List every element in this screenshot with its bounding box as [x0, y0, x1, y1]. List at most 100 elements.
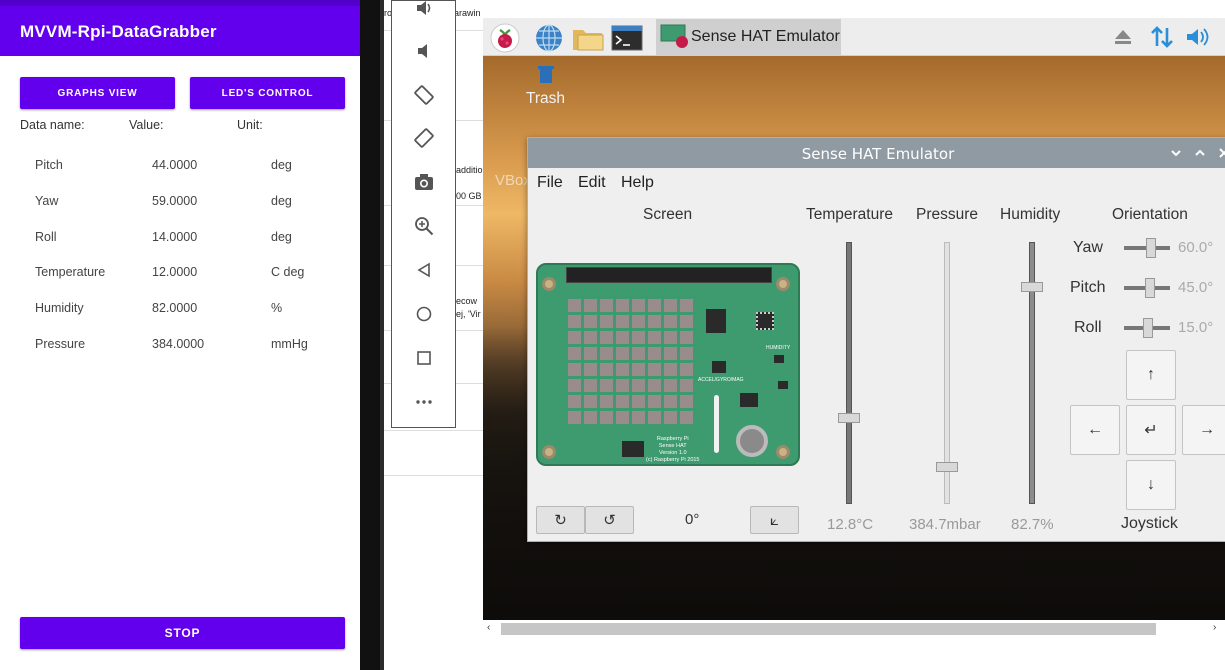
humidity-slider-thumb[interactable]: [1021, 281, 1043, 292]
pressure-slider-thumb[interactable]: [936, 462, 958, 473]
led-pixel[interactable]: [616, 411, 629, 424]
rotate-right-icon[interactable]: [392, 123, 455, 153]
joystick-knob[interactable]: [736, 425, 768, 457]
yaw-slider-thumb[interactable]: [1145, 238, 1156, 258]
led-pixel[interactable]: [600, 411, 613, 424]
led-pixel[interactable]: [584, 411, 597, 424]
led-pixel[interactable]: [664, 331, 677, 344]
led-pixel[interactable]: [664, 315, 677, 328]
led-pixel[interactable]: [584, 299, 597, 312]
led-pixel[interactable]: [664, 299, 677, 312]
horizontal-scrollbar[interactable]: ‹ ›: [483, 620, 1225, 670]
volume-down-icon[interactable]: [392, 36, 455, 66]
overview-icon[interactable]: [392, 343, 455, 373]
camera-icon[interactable]: [392, 167, 455, 197]
led-pixel[interactable]: [616, 331, 629, 344]
eject-icon[interactable]: [1113, 28, 1133, 51]
led-pixel[interactable]: [616, 379, 629, 392]
joystick-up-button[interactable]: ↑: [1126, 350, 1176, 400]
led-pixel[interactable]: [600, 331, 613, 344]
volume-up-icon[interactable]: [392, 0, 455, 23]
more-icon[interactable]: [392, 387, 455, 417]
led-pixel[interactable]: [600, 315, 613, 328]
led-pixel[interactable]: [584, 331, 597, 344]
temperature-slider-thumb[interactable]: [838, 412, 860, 423]
led-pixel[interactable]: [664, 395, 677, 408]
led-pixel[interactable]: [648, 379, 661, 392]
led-pixel[interactable]: [568, 363, 581, 376]
browser-globe-icon[interactable]: [534, 23, 564, 53]
home-icon[interactable]: [392, 299, 455, 329]
led-pixel[interactable]: [664, 411, 677, 424]
led-pixel[interactable]: [680, 379, 693, 392]
led-pixel[interactable]: [632, 379, 645, 392]
close-icon[interactable]: [1218, 146, 1225, 164]
pitch-slider-thumb[interactable]: [1144, 278, 1155, 298]
led-pixel[interactable]: [600, 363, 613, 376]
led-pixel[interactable]: [664, 363, 677, 376]
led-pixel[interactable]: [600, 395, 613, 408]
led-pixel[interactable]: [680, 299, 693, 312]
led-pixel[interactable]: [584, 347, 597, 360]
minimize-icon[interactable]: [1170, 146, 1182, 164]
led-matrix[interactable]: [568, 299, 696, 427]
led-pixel[interactable]: [600, 379, 613, 392]
led-pixel[interactable]: [568, 315, 581, 328]
led-pixel[interactable]: [616, 347, 629, 360]
leds-control-button[interactable]: LED'S CONTROL: [190, 77, 345, 109]
led-pixel[interactable]: [648, 411, 661, 424]
roll-slider-thumb[interactable]: [1142, 318, 1153, 338]
led-pixel[interactable]: [680, 395, 693, 408]
led-pixel[interactable]: [584, 315, 597, 328]
led-pixel[interactable]: [616, 315, 629, 328]
maximize-icon[interactable]: [1194, 146, 1206, 164]
led-pixel[interactable]: [648, 315, 661, 328]
menu-help[interactable]: Help: [621, 174, 654, 192]
joystick-enter-button[interactable]: ↵: [1126, 405, 1176, 455]
led-pixel[interactable]: [648, 347, 661, 360]
led-pixel[interactable]: [568, 347, 581, 360]
network-icon[interactable]: [1149, 24, 1175, 55]
zoom-icon[interactable]: [392, 211, 455, 241]
terminal-icon[interactable]: [611, 23, 643, 53]
led-pixel[interactable]: [632, 315, 645, 328]
taskbar-sense-hat-tab[interactable]: Sense HAT Emulator: [656, 19, 841, 55]
led-pixel[interactable]: [680, 347, 693, 360]
led-pixel[interactable]: [568, 411, 581, 424]
led-pixel[interactable]: [680, 331, 693, 344]
graphs-view-button[interactable]: GRAPHS VIEW: [20, 77, 175, 109]
file-manager-icon[interactable]: [572, 23, 604, 53]
led-pixel[interactable]: [584, 395, 597, 408]
led-pixel[interactable]: [648, 395, 661, 408]
led-pixel[interactable]: [680, 315, 693, 328]
led-pixel[interactable]: [648, 331, 661, 344]
led-pixel[interactable]: [632, 363, 645, 376]
led-pixel[interactable]: [680, 363, 693, 376]
led-pixel[interactable]: [680, 411, 693, 424]
window-titlebar[interactable]: Sense HAT Emulator: [528, 138, 1225, 168]
led-pixel[interactable]: [632, 347, 645, 360]
rotate-left-icon[interactable]: [392, 80, 455, 110]
menu-edit[interactable]: Edit: [578, 174, 606, 192]
led-pixel[interactable]: [584, 363, 597, 376]
back-icon[interactable]: [392, 255, 455, 285]
led-pixel[interactable]: [632, 299, 645, 312]
led-pixel[interactable]: [600, 347, 613, 360]
trash-icon[interactable]: [537, 64, 555, 89]
led-pixel[interactable]: [616, 395, 629, 408]
led-pixel[interactable]: [632, 331, 645, 344]
raspberry-menu-icon[interactable]: [490, 23, 520, 53]
rotate-ccw-button[interactable]: ↺: [585, 506, 634, 534]
scrollbar-thumb[interactable]: [501, 623, 1156, 635]
stop-button[interactable]: STOP: [20, 617, 345, 649]
temperature-slider-track[interactable]: [846, 242, 852, 504]
led-pixel[interactable]: [648, 363, 661, 376]
led-pixel[interactable]: [568, 395, 581, 408]
led-pixel[interactable]: [616, 299, 629, 312]
trash-label[interactable]: Trash: [526, 90, 565, 108]
scroll-right-icon[interactable]: ›: [1213, 622, 1216, 633]
scroll-left-icon[interactable]: ‹: [487, 622, 490, 633]
led-pixel[interactable]: [664, 379, 677, 392]
menu-file[interactable]: File: [537, 174, 563, 192]
led-pixel[interactable]: [600, 299, 613, 312]
